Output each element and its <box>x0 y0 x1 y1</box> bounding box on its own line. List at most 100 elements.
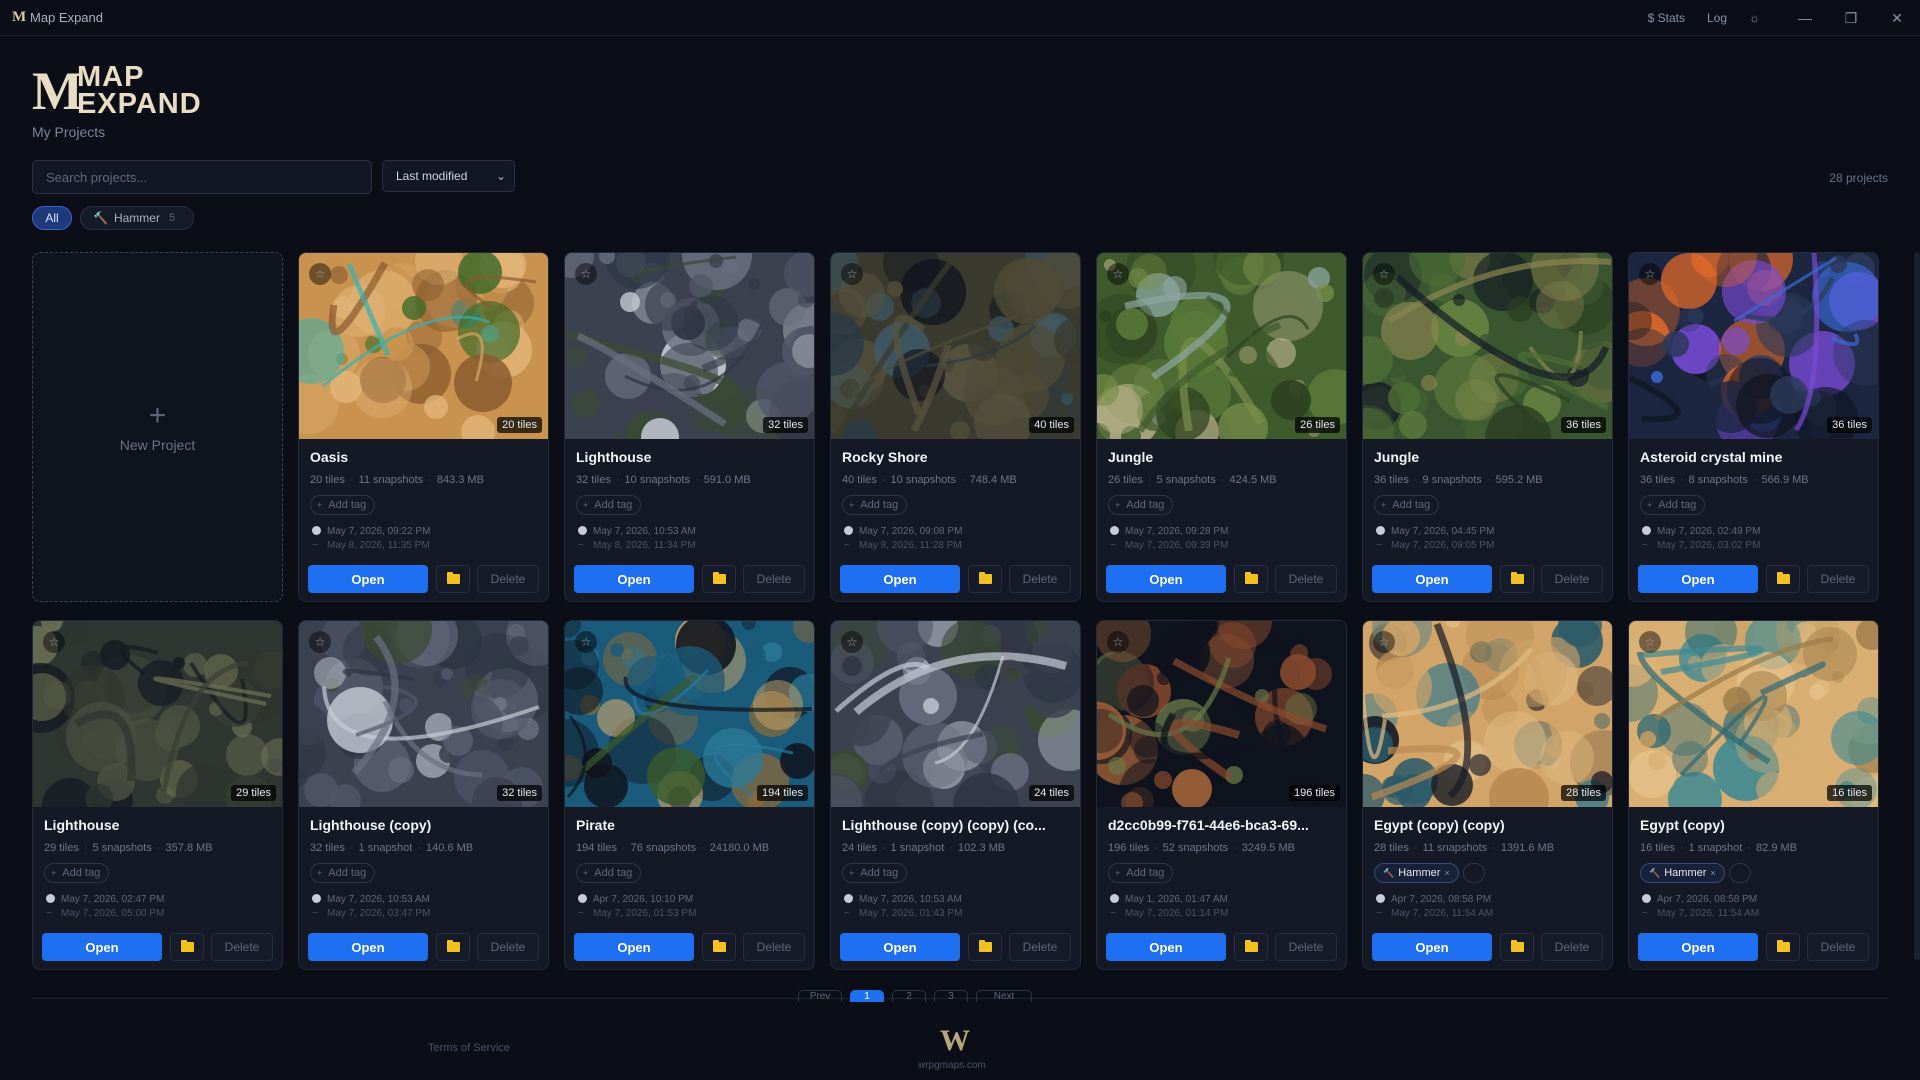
open-button[interactable]: Open <box>1372 565 1492 593</box>
terms-link[interactable]: Terms of Service <box>428 1042 510 1054</box>
delete-button[interactable]: Delete <box>1541 565 1603 593</box>
search-input[interactable] <box>32 160 372 194</box>
project-card[interactable]: ☆ 32 tiles Lighthouse 32 tiles · 10 snapsh… <box>564 252 815 602</box>
star-icon[interactable]: ☆ <box>841 631 863 653</box>
open-button[interactable]: Open <box>308 565 428 593</box>
star-icon[interactable]: ☆ <box>841 263 863 285</box>
project-thumbnail[interactable]: ☆ 40 tiles <box>831 253 1080 439</box>
open-folder-button[interactable] <box>1766 565 1800 593</box>
project-card[interactable]: ☆ 32 tiles Lighthouse (copy) 32 tiles · 1 … <box>298 620 549 970</box>
open-folder-button[interactable] <box>702 933 736 961</box>
project-card[interactable]: ☆ 29 tiles Lighthouse 29 tiles · 5 snapsho… <box>32 620 283 970</box>
open-button[interactable]: Open <box>1638 565 1758 593</box>
project-card[interactable]: ☆ 26 tiles Jungle 26 tiles · 5 snapshots · 4… <box>1096 252 1347 602</box>
scrollbar[interactable] <box>1914 252 1920 960</box>
open-button[interactable]: Open <box>1106 933 1226 961</box>
delete-button[interactable]: Delete <box>211 933 273 961</box>
project-card[interactable]: ☆ 28 tiles Egypt (copy) (copy) 28 tiles ·… <box>1362 620 1613 970</box>
open-button[interactable]: Open <box>1106 565 1226 593</box>
open-button[interactable]: Open <box>308 933 428 961</box>
open-button[interactable]: Open <box>840 933 960 961</box>
add-tag-button[interactable] <box>1728 863 1751 883</box>
add-tag-button[interactable]: + Add tag <box>842 863 908 883</box>
project-thumbnail[interactable]: ☆ 36 tiles <box>1629 253 1878 439</box>
project-thumbnail[interactable]: ☆ 26 tiles <box>1097 253 1346 439</box>
next-page-button[interactable]: Next <box>976 990 1032 1002</box>
open-button[interactable]: Open <box>574 933 694 961</box>
theme-toggle-icon[interactable]: ☼ <box>1749 11 1760 25</box>
open-folder-button[interactable] <box>1234 565 1268 593</box>
project-card[interactable]: ☆ 20 tiles Oasis 20 tiles · 11 snapshots · 8… <box>298 252 549 602</box>
add-tag-button[interactable]: + Add tag <box>310 863 376 883</box>
tag-chip[interactable]: 🔨 Hammer × <box>1640 863 1725 883</box>
delete-button[interactable]: Delete <box>477 933 539 961</box>
open-folder-button[interactable] <box>1500 933 1534 961</box>
filter-all-chip[interactable]: All <box>32 206 72 230</box>
open-button[interactable]: Open <box>42 933 162 961</box>
project-thumbnail[interactable]: ☆ 194 tiles <box>565 621 814 807</box>
close-button[interactable]: ✕ <box>1874 10 1920 27</box>
delete-button[interactable]: Delete <box>1009 933 1071 961</box>
add-tag-button[interactable]: + Add tag <box>1108 495 1174 515</box>
open-button[interactable]: Open <box>840 565 960 593</box>
delete-button[interactable]: Delete <box>743 933 805 961</box>
project-thumbnail[interactable]: ☆ 36 tiles <box>1363 253 1612 439</box>
project-card[interactable]: ☆ 24 tiles Lighthouse (copy) (copy) (co.… <box>830 620 1081 970</box>
delete-button[interactable]: Delete <box>1541 933 1603 961</box>
project-thumbnail[interactable]: ☆ 16 tiles <box>1629 621 1878 807</box>
project-card[interactable]: ☆ 36 tiles Asteroid crystal mine 36 tile… <box>1628 252 1879 602</box>
open-folder-button[interactable] <box>436 565 470 593</box>
add-tag-button[interactable]: + Add tag <box>576 495 642 515</box>
star-icon[interactable]: ☆ <box>309 263 331 285</box>
delete-button[interactable]: Delete <box>1275 565 1337 593</box>
add-tag-button[interactable]: + Add tag <box>842 495 908 515</box>
add-tag-button[interactable]: + Add tag <box>576 863 642 883</box>
open-folder-button[interactable] <box>170 933 204 961</box>
log-button[interactable]: Log <box>1707 11 1727 25</box>
tag-remove-icon[interactable]: × <box>1444 868 1449 878</box>
project-thumbnail[interactable]: ☆ 29 tiles <box>33 621 282 807</box>
page-button[interactable]: 3 <box>934 990 968 1002</box>
add-tag-button[interactable]: + Add tag <box>44 863 110 883</box>
project-thumbnail[interactable]: ☆ 32 tiles <box>565 253 814 439</box>
project-card[interactable]: ☆ 36 tiles Jungle 36 tiles · 9 snapshots · 5… <box>1362 252 1613 602</box>
project-card[interactable]: ☆ 196 tiles d2cc0b99-f761-44e6-bca3-69..… <box>1096 620 1347 970</box>
open-button[interactable]: Open <box>574 565 694 593</box>
project-thumbnail[interactable]: ☆ 28 tiles <box>1363 621 1612 807</box>
add-tag-button[interactable]: + Add tag <box>310 495 376 515</box>
open-button[interactable]: Open <box>1372 933 1492 961</box>
maximize-button[interactable]: ❐ <box>1828 10 1874 27</box>
sort-select[interactable]: Last modified ⌄ <box>382 160 515 192</box>
prev-page-button[interactable]: Prev <box>798 990 842 1002</box>
footer-url[interactable]: wrpgmaps.com <box>918 1060 986 1071</box>
page-button[interactable]: 2 <box>892 990 926 1002</box>
star-icon[interactable]: ☆ <box>1639 631 1661 653</box>
open-folder-button[interactable] <box>1500 565 1534 593</box>
star-icon[interactable]: ☆ <box>1639 263 1661 285</box>
project-thumbnail[interactable]: ☆ 24 tiles <box>831 621 1080 807</box>
delete-button[interactable]: Delete <box>743 565 805 593</box>
filter-tag-chip[interactable]: 🔨 Hammer 5 <box>80 206 194 230</box>
delete-button[interactable]: Delete <box>1807 933 1869 961</box>
minimize-button[interactable]: — <box>1782 10 1828 26</box>
project-card[interactable]: ☆ 16 tiles Egypt (copy) 16 tiles · 1 snaps… <box>1628 620 1879 970</box>
project-card[interactable]: ☆ 194 tiles Pirate 194 tiles · 76 snapshot… <box>564 620 815 970</box>
tag-chip[interactable]: 🔨 Hammer × <box>1374 863 1459 883</box>
project-card[interactable]: ☆ 40 tiles Rocky Shore 40 tiles · 10 snaps… <box>830 252 1081 602</box>
open-folder-button[interactable] <box>968 933 1002 961</box>
page-button[interactable]: 1 <box>850 990 884 1002</box>
star-icon[interactable]: ☆ <box>1373 631 1395 653</box>
open-folder-button[interactable] <box>436 933 470 961</box>
star-icon[interactable]: ☆ <box>43 631 65 653</box>
delete-button[interactable]: Delete <box>477 565 539 593</box>
open-folder-button[interactable] <box>702 565 736 593</box>
open-folder-button[interactable] <box>1234 933 1268 961</box>
star-icon[interactable]: ☆ <box>309 631 331 653</box>
open-folder-button[interactable] <box>1766 933 1800 961</box>
star-icon[interactable]: ☆ <box>1107 631 1129 653</box>
add-tag-button[interactable]: + Add tag <box>1640 495 1706 515</box>
star-icon[interactable]: ☆ <box>1107 263 1129 285</box>
project-thumbnail[interactable]: ☆ 196 tiles <box>1097 621 1346 807</box>
add-tag-button[interactable]: + Add tag <box>1108 863 1174 883</box>
delete-button[interactable]: Delete <box>1275 933 1337 961</box>
